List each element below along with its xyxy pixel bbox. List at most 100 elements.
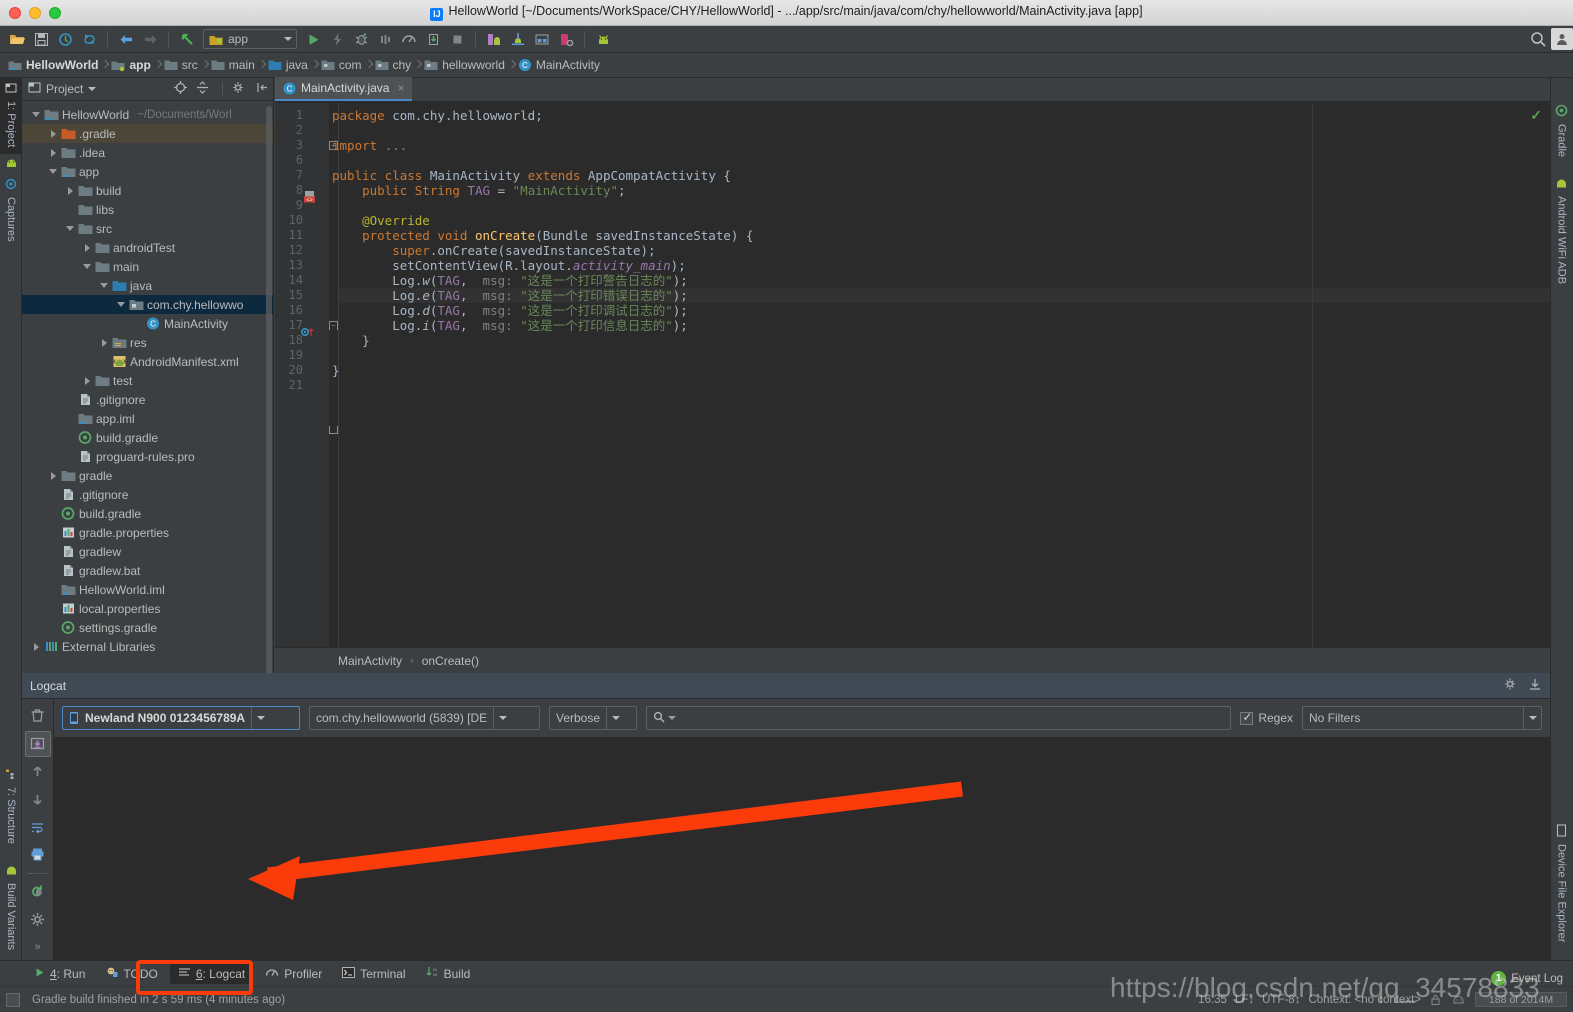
back-icon[interactable]: [115, 28, 137, 50]
tree-row-proguard-rules-pro[interactable]: proguard-rules.pro: [22, 447, 273, 466]
device-manager-icon[interactable]: [555, 28, 577, 50]
tree-row-hellowworld[interactable]: HellowWorld ~/Documents/Worl: [22, 105, 273, 124]
code-editor[interactable]: 1 2 3 6 7 8 9 10 11 12 13 14 15 16 17 18 19 20 21 <> + − p…: [275, 103, 1550, 647]
tree-row-external-libraries[interactable]: External Libraries: [22, 637, 273, 656]
hide-icon[interactable]: [256, 81, 269, 97]
inspection-ok-icon[interactable]: ✓: [1530, 107, 1542, 124]
settings-gear-icon[interactable]: [25, 906, 51, 932]
tree-row-androidmanifest-xml[interactable]: AndroidManifest.xml: [22, 352, 273, 371]
tree-row-mainactivity[interactable]: C MainActivity: [22, 314, 273, 333]
apply-changes-icon[interactable]: [326, 28, 348, 50]
open-folder-icon[interactable]: [6, 28, 28, 50]
tab-mainactivity-java[interactable]: C MainActivity.java ×: [275, 77, 412, 101]
tree-row-gradle[interactable]: gradle: [22, 466, 273, 485]
tree-twisty-closed-icon[interactable]: [64, 181, 77, 200]
soft-wrap-icon[interactable]: [25, 814, 51, 840]
tree-twisty-open-icon[interactable]: [115, 295, 128, 314]
sdk-manager-icon[interactable]: [483, 28, 505, 50]
settings-gear-icon[interactable]: [232, 81, 245, 97]
regex-checkbox[interactable]: Regex: [1240, 710, 1293, 725]
forward-icon[interactable]: [139, 28, 161, 50]
tree-row-build-gradle[interactable]: build.gradle: [22, 428, 273, 447]
tree-row-app-iml[interactable]: app.iml: [22, 409, 273, 428]
down-arrow-icon[interactable]: [25, 786, 51, 812]
clear-logcat-icon[interactable]: [25, 703, 51, 729]
breadcrumb-item-src[interactable]: src: [162, 53, 202, 78]
breadcrumb-item-hellowworld-pkg[interactable]: hellowworld: [422, 53, 509, 78]
bottom-tab-run[interactable]: 4: Run: [26, 964, 93, 984]
tree-row-libs[interactable]: libs: [22, 200, 273, 219]
logcat-console[interactable]: [54, 737, 1550, 960]
tree-row-hellowworld-iml[interactable]: HellowWorld.iml: [22, 580, 273, 599]
tree-row-build[interactable]: build: [22, 181, 273, 200]
scroll-to-end-icon[interactable]: [24, 730, 51, 757]
collapse-all-icon[interactable]: [196, 81, 209, 97]
breadcrumb-item-chy[interactable]: chy: [373, 53, 416, 78]
tree-row-gradlew-bat[interactable]: gradlew.bat: [22, 561, 273, 580]
sidebar-item-structure[interactable]: 7: Structure: [0, 764, 22, 858]
search-everywhere-icon[interactable]: [1527, 28, 1549, 50]
bottom-tab-profiler[interactable]: Profiler: [257, 964, 330, 984]
stop-icon[interactable]: [446, 28, 468, 50]
up-arrow-icon[interactable]: [25, 759, 51, 785]
sidebar-item-build-variants[interactable]: Build Variants: [0, 860, 22, 968]
tree-row-local-properties[interactable]: local.properties: [22, 599, 273, 618]
tree-row-test[interactable]: test: [22, 371, 273, 390]
chevron-down-icon[interactable]: [1523, 707, 1541, 729]
chevron-down-icon[interactable]: [606, 707, 624, 729]
search-history-chevron-icon[interactable]: [668, 716, 676, 720]
tree-twisty-closed-icon[interactable]: [81, 238, 94, 257]
run-configuration-selector[interactable]: app: [203, 29, 297, 49]
android-icon[interactable]: [592, 28, 614, 50]
project-tree-scrollbar[interactable]: [266, 106, 272, 716]
layout-inspector-icon[interactable]: [531, 28, 553, 50]
log-level-selector[interactable]: Verbose: [549, 706, 637, 730]
tree-twisty-open-icon[interactable]: [30, 105, 43, 124]
tree-twisty-closed-icon[interactable]: [47, 466, 60, 485]
breadcrumb-class[interactable]: MainActivity: [338, 654, 402, 668]
process-selector[interactable]: com.chy.hellowworld (5839) [DE: [309, 706, 540, 730]
tree-twisty-closed-icon[interactable]: [47, 124, 60, 143]
tree-row-src[interactable]: src: [22, 219, 273, 238]
tree-row-build-gradle[interactable]: build.gradle: [22, 504, 273, 523]
breadcrumb-item-app[interactable]: app: [109, 53, 154, 78]
code-content[interactable]: package com.chy.hellowworld; import ... pu…: [332, 103, 1550, 647]
checkbox-icon[interactable]: [1240, 710, 1254, 725]
locate-icon[interactable]: [174, 81, 187, 97]
debug-icon[interactable]: [350, 28, 372, 50]
tree-row-settings-gradle[interactable]: settings.gradle: [22, 618, 273, 637]
breadcrumb-item-main[interactable]: main: [209, 53, 259, 78]
attach-debugger-icon[interactable]: [422, 28, 444, 50]
expand-more-icon[interactable]: »: [25, 934, 51, 960]
print-icon[interactable]: [25, 842, 51, 868]
tree-row-com-chy-hellowwo[interactable]: com.chy.hellowwo: [22, 295, 273, 314]
tree-row-app[interactable]: app: [22, 162, 273, 181]
sidebar-item-captures[interactable]: Captures: [0, 174, 22, 258]
run-icon[interactable]: [302, 28, 324, 50]
tree-row-java[interactable]: java: [22, 276, 273, 295]
tree-twisty-closed-icon[interactable]: [81, 371, 94, 390]
sync-icon[interactable]: [54, 28, 76, 50]
tree-row-gradlew[interactable]: gradlew: [22, 542, 273, 561]
tree-row-androidtest[interactable]: androidTest: [22, 238, 273, 257]
tree-twisty-closed-icon[interactable]: [47, 143, 60, 162]
bottom-tab-logcat[interactable]: 6: Logcat: [169, 963, 254, 984]
chevron-down-icon[interactable]: [251, 707, 269, 729]
breadcrumb-item-hellowworld[interactable]: HellowWorld: [6, 53, 102, 78]
tree-row--idea[interactable]: .idea: [22, 143, 273, 162]
tree-twisty-open-icon[interactable]: [64, 219, 77, 238]
profiler-icon[interactable]: [398, 28, 420, 50]
tree-row-res[interactable]: res: [22, 333, 273, 352]
tree-twisty-open-icon[interactable]: [47, 162, 60, 181]
refresh-gradle-icon[interactable]: [78, 28, 100, 50]
avd-manager-icon[interactable]: [507, 28, 529, 50]
chevron-down-icon[interactable]: [493, 707, 511, 729]
close-icon[interactable]: ×: [397, 81, 404, 95]
debug-step-icon[interactable]: [374, 28, 396, 50]
logcat-search-input[interactable]: [646, 706, 1232, 730]
bottom-tab-build[interactable]: 01 10 Build: [418, 964, 479, 984]
user-avatar-icon[interactable]: [1551, 28, 1573, 50]
find-back-icon[interactable]: [176, 28, 198, 50]
sidebar-item-project[interactable]: 1: Project: [0, 78, 22, 154]
override-marker-icon[interactable]: [300, 325, 314, 339]
